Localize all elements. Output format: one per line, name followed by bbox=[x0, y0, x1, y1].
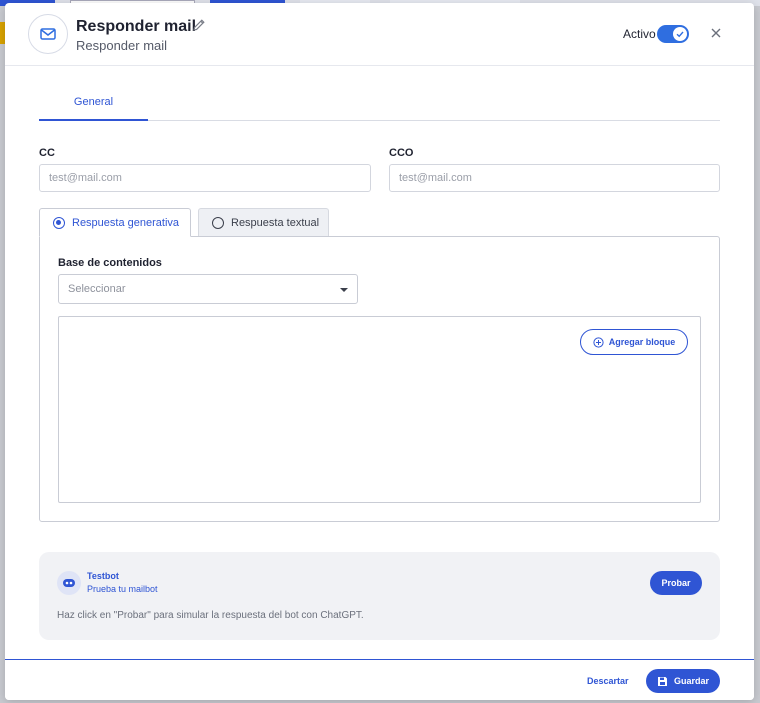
cc-input[interactable] bbox=[39, 164, 371, 192]
add-block-button[interactable]: Agregar bloque bbox=[580, 329, 688, 355]
chevron-down-icon bbox=[340, 288, 348, 292]
add-block-label: Agregar bloque bbox=[608, 337, 676, 347]
cco-input[interactable] bbox=[389, 164, 720, 192]
knowledge-base-label: Base de contenidos bbox=[58, 257, 162, 269]
modal-subtitle: Responder mail bbox=[76, 38, 168, 53]
testbot-hint: Haz click en "Probar" para simular la re… bbox=[57, 610, 364, 621]
cco-label: CCO bbox=[389, 147, 414, 159]
check-icon bbox=[676, 31, 684, 38]
plus-circle-icon bbox=[593, 336, 604, 348]
floppy-disk-icon bbox=[657, 676, 667, 686]
save-label: Guardar bbox=[673, 676, 709, 686]
tab-label: Respuesta textual bbox=[231, 216, 320, 229]
radio-unselected-icon bbox=[212, 216, 224, 229]
probar-button[interactable]: Probar bbox=[650, 571, 702, 595]
blocks-area: Agregar bloque bbox=[58, 316, 701, 503]
toggle-knob bbox=[673, 27, 687, 41]
mail-icon bbox=[28, 14, 68, 54]
close-icon[interactable] bbox=[709, 26, 723, 40]
bot-icon bbox=[57, 571, 81, 595]
tab-label: Respuesta generativa bbox=[72, 216, 180, 229]
active-toggle[interactable] bbox=[657, 25, 689, 43]
testbot-subtitle: Prueba tu mailbot bbox=[87, 584, 158, 594]
tab-respuesta-textual[interactable]: Respuesta textual bbox=[198, 208, 329, 236]
discard-button[interactable]: Descartar bbox=[587, 676, 629, 686]
tab-respuesta-generativa[interactable]: Respuesta generativa bbox=[39, 208, 191, 237]
tab-general[interactable]: General bbox=[39, 89, 148, 121]
modal-header: Responder mail Responder mail Activo bbox=[5, 3, 754, 66]
cc-label: CC bbox=[39, 147, 55, 159]
testbot-name: Testbot bbox=[87, 571, 119, 581]
testbot-panel: Testbot Prueba tu mailbot Haz click en "… bbox=[39, 552, 720, 640]
modal-title: Responder mail bbox=[76, 18, 197, 35]
modal-footer: Descartar Guardar bbox=[5, 659, 754, 700]
select-placeholder: Seleccionar bbox=[68, 283, 126, 295]
save-button[interactable]: Guardar bbox=[646, 669, 720, 693]
radio-selected-icon bbox=[53, 216, 65, 229]
active-label: Activo bbox=[623, 27, 656, 41]
generative-response-panel: Base de contenidos Seleccionar Agregar b… bbox=[39, 236, 720, 522]
tab-bar: General bbox=[39, 89, 720, 121]
pencil-icon[interactable] bbox=[192, 18, 206, 32]
knowledge-base-select[interactable]: Seleccionar bbox=[58, 274, 358, 304]
responder-mail-modal: Responder mail Responder mail Activo Gen… bbox=[5, 3, 754, 700]
